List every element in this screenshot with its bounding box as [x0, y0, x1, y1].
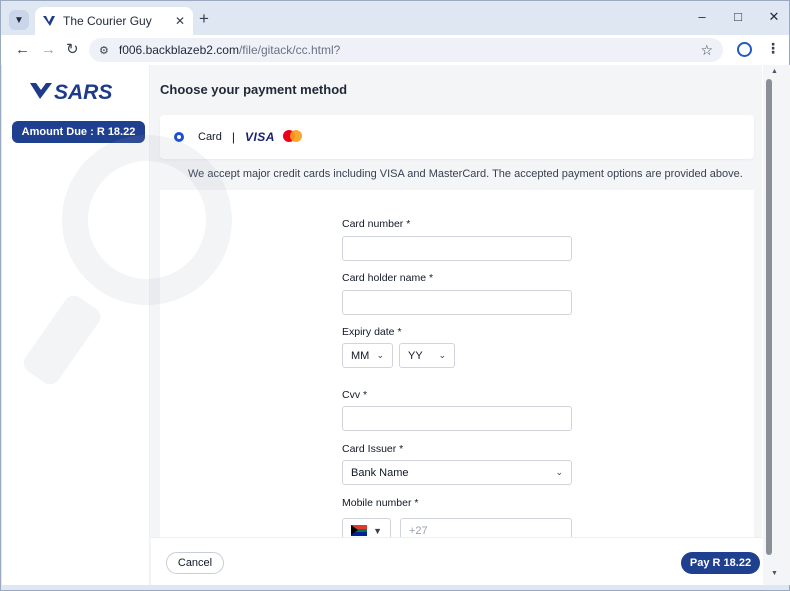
card-number-input[interactable] [342, 236, 572, 261]
method-separator: | [231, 130, 235, 144]
main-panel: Choose your payment method Card | VISA W… [150, 65, 762, 585]
mastercard-icon [282, 130, 303, 144]
tab-bar: ▼ The Courier Guy ✕ + – □ ✕ [1, 1, 789, 35]
page-title: Choose your payment method [160, 82, 348, 97]
sars-logo-text: SARS [54, 81, 112, 103]
cvv-input[interactable] [342, 406, 572, 431]
pay-button[interactable]: Pay R 18.22 [681, 552, 760, 574]
card-holder-label: Card holder name * [342, 272, 434, 284]
courier-favicon-icon [43, 16, 55, 26]
chevron-down-icon: ▼ [14, 14, 24, 26]
card-form: Card number * Card holder name * Expiry … [160, 190, 754, 550]
tab-active[interactable]: The Courier Guy ✕ [35, 7, 193, 35]
tab-title: The Courier Guy [63, 14, 152, 28]
bookmark-star-icon[interactable]: ☆ [700, 42, 713, 59]
expiry-year-value: YY [408, 349, 423, 362]
card-issuer-label: Card Issuer * [342, 443, 404, 455]
address-bar[interactable]: ⚙ f006.backblazeb2.com/file/gitack/cc.ht… [89, 38, 723, 62]
expiry-date-label: Expiry date * [342, 326, 402, 338]
browser-window: ▼ The Courier Guy ✕ + – □ ✕ ← → ↻ ⚙ f006… [0, 0, 790, 591]
chevron-down-icon: ⌄ [555, 467, 563, 477]
page-scrollbar[interactable]: ▲ ▼ [763, 65, 790, 585]
caret-down-icon: ▼ [373, 525, 382, 536]
expiry-month-value: MM [351, 349, 370, 362]
accepted-cards-note: We accept major credit cards including V… [188, 168, 743, 180]
close-icon[interactable]: ✕ [175, 14, 185, 28]
minimize-icon[interactable]: – [695, 9, 709, 25]
cvv-label: Cvv * [342, 389, 368, 401]
reload-icon[interactable]: ↻ [66, 41, 79, 59]
site-info-icon[interactable]: ⚙ [99, 44, 109, 57]
url-text: f006.backblazeb2.com/file/gitack/cc.html… [119, 43, 701, 57]
maximize-icon[interactable]: □ [731, 9, 745, 25]
cancel-button[interactable]: Cancel [166, 552, 224, 574]
card-method-label: Card [198, 131, 222, 143]
mobile-number-label: Mobile number * [342, 497, 419, 509]
forward-arrow-icon[interactable]: → [41, 41, 56, 59]
new-tab-button[interactable]: + [199, 10, 209, 28]
window-controls: – □ ✕ [695, 9, 781, 25]
sars-logo: SARS [30, 81, 112, 103]
close-window-icon[interactable]: ✕ [767, 9, 781, 25]
expiry-month-select[interactable]: MM ⌄ [342, 343, 393, 368]
watermark-magnifier [62, 135, 232, 305]
south-africa-flag-icon [351, 525, 367, 536]
browser-toolbar: ← → ↻ ⚙ f006.backblazeb2.com/file/gitack… [1, 35, 789, 65]
scroll-up-arrow-icon[interactable]: ▲ [771, 68, 778, 75]
chevron-down-icon: ⌄ [438, 350, 446, 360]
expiry-year-select[interactable]: YY ⌄ [399, 343, 455, 368]
tab-list-button[interactable]: ▼ [9, 10, 29, 30]
card-issuer-value: Bank Name [351, 466, 409, 479]
chevron-down-icon: ⌄ [376, 350, 384, 360]
profile-avatar-icon[interactable] [737, 42, 752, 57]
back-arrow-icon[interactable]: ← [15, 41, 30, 59]
url-host: f006.backblazeb2.com [118, 43, 239, 57]
scroll-down-arrow-icon[interactable]: ▼ [771, 570, 778, 577]
kebab-menu-icon[interactable]: ⋮ [766, 40, 780, 57]
page-viewport: SARS Amount Due : R 18.22 Choose your pa… [2, 65, 790, 585]
card-number-label: Card number * [342, 218, 411, 230]
visa-logo: VISA [244, 130, 275, 144]
payment-method-card[interactable]: Card | VISA [160, 115, 754, 159]
card-issuer-select[interactable]: Bank Name ⌄ [342, 460, 572, 485]
scroll-thumb[interactable] [766, 79, 772, 555]
url-path: /file/gitack/cc.html? [238, 43, 341, 57]
card-holder-input[interactable] [342, 290, 572, 315]
form-footer: Cancel Pay R 18.22 [151, 537, 763, 585]
